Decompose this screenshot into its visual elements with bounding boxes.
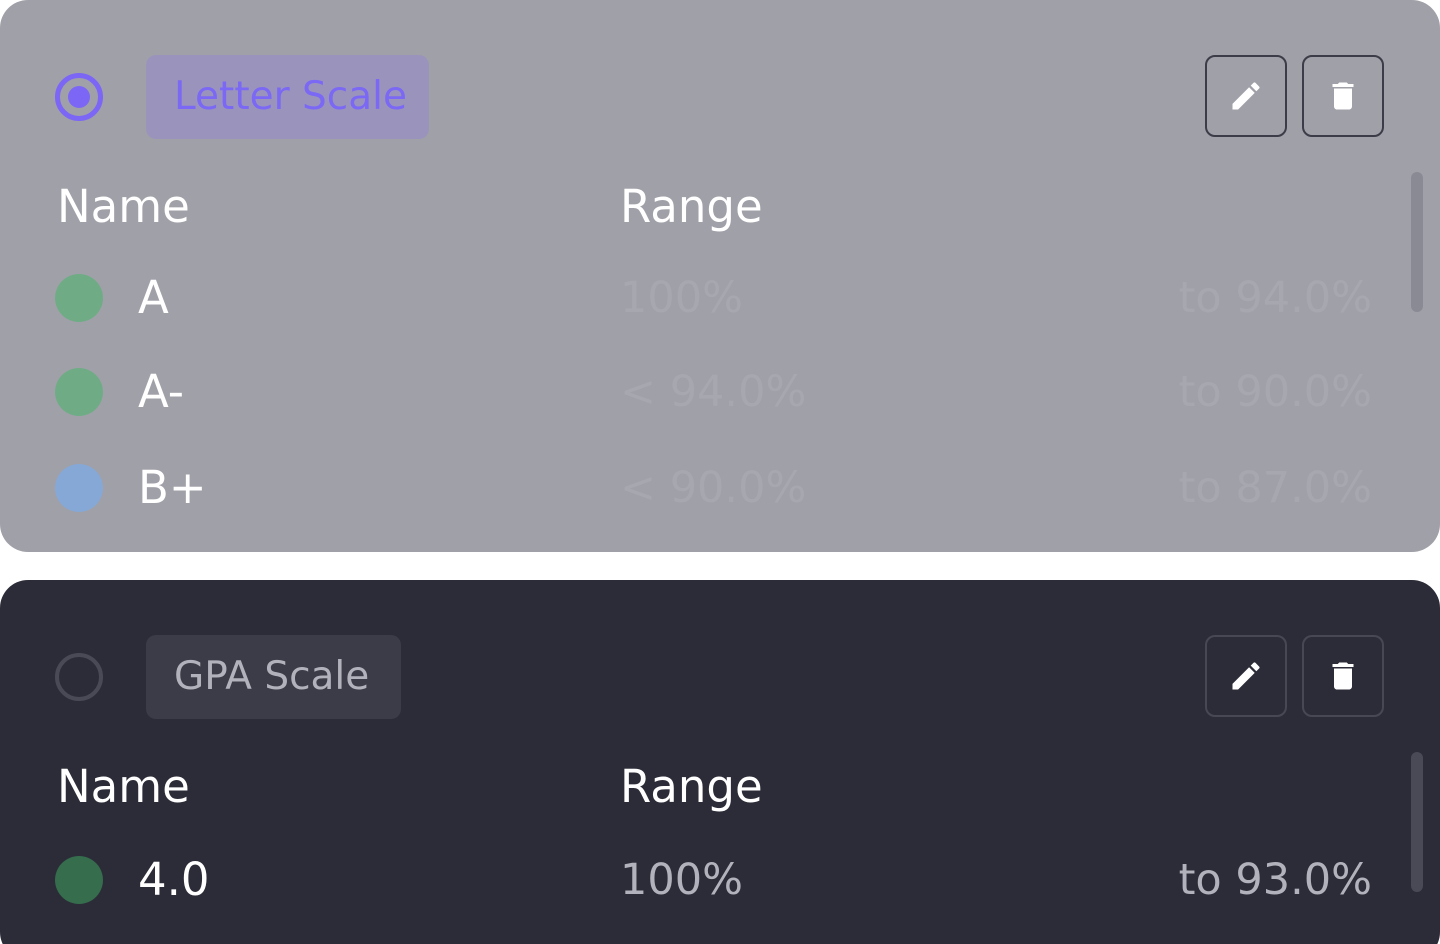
grade-row: A- < 94.0% to 90.0% (0, 362, 1400, 422)
grade-color-dot (55, 368, 103, 416)
grade-name: A (138, 271, 169, 324)
grade-name: A- (138, 365, 185, 418)
grade-row: A 100% to 94.0% (0, 268, 1400, 328)
edit-scale-button[interactable] (1205, 55, 1287, 137)
scrollbar-thumb[interactable] (1411, 172, 1423, 312)
delete-scale-button[interactable] (1302, 55, 1384, 137)
column-header-range: Range (620, 180, 763, 233)
grade-range-to: to 87.0% (1178, 463, 1372, 513)
column-header-name: Name (57, 760, 190, 813)
scale-card-letter[interactable]: Letter Scale Name Range A 100% to 94.0% … (0, 0, 1440, 552)
trash-icon (1332, 662, 1354, 690)
grade-range-to: to 90.0% (1178, 367, 1372, 417)
scale-radio-letter[interactable] (55, 73, 103, 121)
grade-name: B+ (138, 461, 207, 514)
scale-card-gpa[interactable]: GPA Scale Name Range 4.0 100% to 93.0% (0, 580, 1440, 944)
grade-row: 4.0 100% to 93.0% (0, 850, 1400, 910)
grade-range-from: 100% (620, 273, 743, 323)
grade-row: B+ < 90.0% to 87.0% (0, 458, 1400, 518)
column-header-range: Range (620, 760, 763, 813)
trash-icon (1332, 82, 1354, 110)
grade-color-dot (55, 856, 103, 904)
scale-name-chip: Letter Scale (146, 55, 429, 139)
grade-color-dot (55, 464, 103, 512)
delete-scale-button[interactable] (1302, 635, 1384, 717)
scale-name-chip: GPA Scale (146, 635, 401, 719)
pencil-icon (1232, 662, 1260, 690)
pencil-icon (1232, 82, 1260, 110)
grade-color-dot (55, 274, 103, 322)
grade-name: 4.0 (138, 853, 210, 906)
grading-scales-page: Letter Scale Name Range A 100% to 94.0% … (0, 0, 1440, 944)
edit-scale-button[interactable] (1205, 635, 1287, 717)
grade-range-from: < 90.0% (620, 463, 807, 513)
column-header-name: Name (57, 180, 190, 233)
grade-range-from: < 94.0% (620, 367, 807, 417)
grade-range-to: to 93.0% (1178, 855, 1372, 905)
grade-range-to: to 94.0% (1178, 273, 1372, 323)
scrollbar-thumb[interactable] (1411, 752, 1423, 892)
scale-radio-gpa[interactable] (55, 653, 103, 701)
grade-range-from: 100% (620, 855, 743, 905)
